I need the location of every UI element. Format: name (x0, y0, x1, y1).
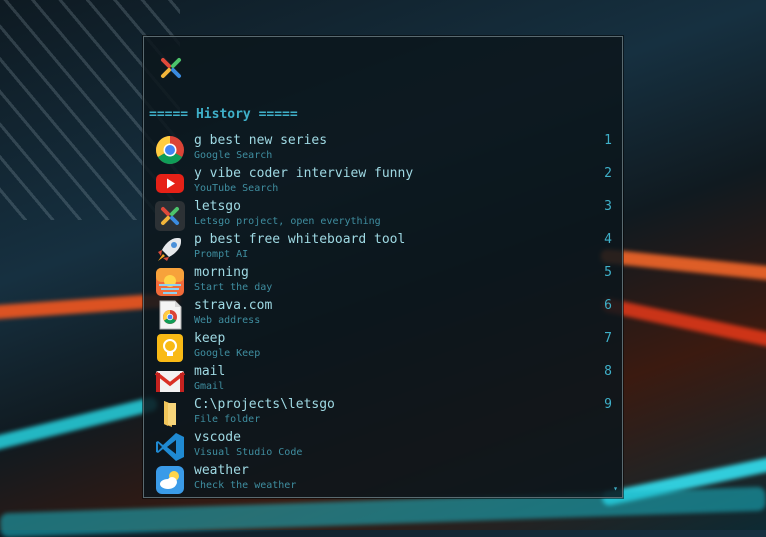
history-item-vibe-coder[interactable]: y vibe coder interview funny YouTube Sea… (144, 166, 622, 199)
item-subtitle: Visual Studio Code (194, 447, 303, 458)
letsgo-logo-icon (161, 58, 181, 78)
sunrise-icon (156, 268, 184, 296)
history-item-vscode[interactable]: vscode Visual Studio Code (144, 430, 622, 463)
item-subtitle: Prompt AI (194, 249, 249, 260)
vscode-icon (156, 433, 184, 461)
item-subtitle: Google Search (194, 150, 273, 161)
item-title: mail (194, 364, 226, 379)
item-title: strava.com (194, 298, 273, 313)
keep-bulb-icon (157, 334, 183, 362)
item-shortcut-number: 6 (604, 298, 612, 313)
background-light-streak (599, 248, 766, 286)
item-subtitle: YouTube Search (194, 183, 279, 194)
chrome-icon (156, 136, 184, 164)
weather-icon (156, 466, 184, 494)
launcher-window: ===== History ===== g best new series Go… (143, 36, 623, 498)
item-subtitle: File folder (194, 414, 261, 425)
item-shortcut-number: 8 (604, 364, 612, 379)
background-light-streak (0, 396, 159, 458)
item-subtitle: Web address (194, 315, 261, 326)
background-light-streak (600, 297, 766, 357)
item-shortcut-number: 9 (604, 397, 612, 412)
history-header: ===== History ===== (149, 107, 298, 122)
gmail-icon (155, 371, 185, 392)
item-subtitle: Letsgo project, open everything (194, 216, 381, 227)
history-item-project-folder[interactable]: C:\projects\letsgo File folder 9 (144, 397, 622, 430)
history-item-weather[interactable]: weather Check the weather (144, 463, 622, 496)
item-shortcut-number: 5 (604, 265, 612, 280)
folder-icon (164, 401, 176, 427)
item-title: morning (194, 265, 249, 280)
item-title: g best new series (194, 133, 328, 148)
item-title: keep (194, 331, 226, 346)
letsgo-icon (155, 201, 185, 231)
item-shortcut-number: 7 (604, 331, 612, 346)
history-item-mail[interactable]: mail Gmail 8 (144, 364, 622, 397)
item-shortcut-number: 1 (604, 133, 612, 148)
item-title: p best free whiteboard tool (194, 232, 406, 247)
history-item-letsgo[interactable]: letsgo Letsgo project, open everything 3 (144, 199, 622, 232)
youtube-icon (156, 174, 184, 193)
item-title: vscode (194, 430, 241, 445)
history-list: g best new series Google Search 1 y vibe… (144, 133, 622, 496)
item-shortcut-number: 4 (604, 232, 612, 247)
item-subtitle: Gmail (194, 381, 225, 392)
history-item-strava[interactable]: strava.com Web address 6 (144, 298, 622, 331)
item-title: weather (194, 463, 249, 478)
item-title: C:\projects\letsgo (194, 397, 335, 412)
item-subtitle: Google Keep (194, 348, 261, 359)
item-subtitle: Start the day (194, 282, 273, 293)
scroll-down-indicator[interactable]: ▾ (613, 484, 618, 493)
history-item-keep[interactable]: keep Google Keep 7 (144, 331, 622, 364)
web-page-icon (159, 300, 182, 330)
history-item-best-new-series[interactable]: g best new series Google Search 1 (144, 133, 622, 166)
history-item-whiteboard-tool[interactable]: p best free whiteboard tool Prompt AI 4 (144, 232, 622, 265)
item-title: letsgo (194, 199, 241, 214)
item-shortcut-number: 2 (604, 166, 612, 181)
rocket-icon (158, 238, 181, 261)
history-item-morning[interactable]: morning Start the day 5 (144, 265, 622, 298)
item-title: y vibe coder interview funny (194, 166, 414, 181)
item-shortcut-number: 3 (604, 199, 612, 214)
item-subtitle: Check the weather (194, 480, 297, 491)
